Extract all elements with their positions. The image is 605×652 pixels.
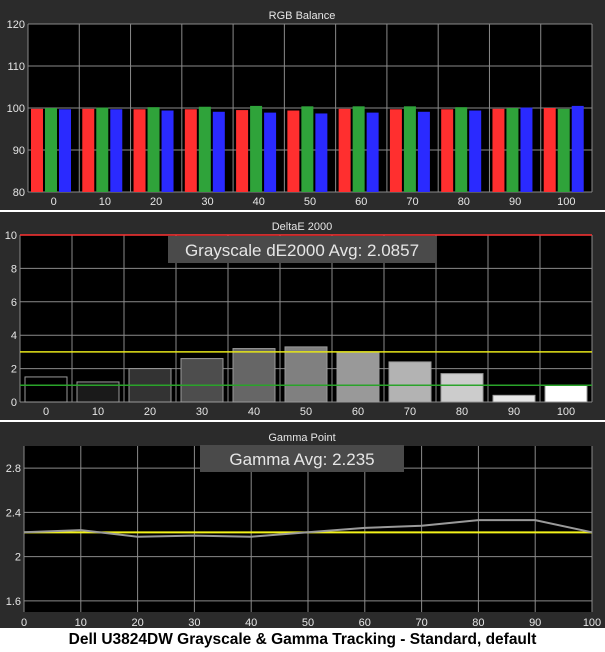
rgb-x-tick-label: 0 [51, 196, 57, 208]
green-bar [301, 106, 314, 192]
deltae-x-tick-label: 20 [144, 406, 156, 418]
green-bar [96, 107, 109, 192]
deltae-bar [284, 346, 328, 403]
blue-bar [161, 110, 174, 192]
blue-bar [366, 112, 379, 192]
gamma-x-tick-label: 90 [529, 617, 541, 628]
blue-bar [212, 111, 225, 192]
red-bar [389, 109, 402, 192]
rgb-y-tick-label: 80 [13, 187, 25, 199]
blue-bar [315, 113, 328, 192]
gamma-x-tick-label: 50 [302, 617, 314, 628]
green-bar [403, 106, 416, 192]
deltae-bar [544, 384, 588, 403]
rgb-x-tick-label: 50 [304, 196, 316, 208]
deltae-y-tick-label: 10 [5, 230, 17, 242]
deltae-x-tick-label: 30 [196, 406, 208, 418]
gamma-x-tick-label: 70 [415, 617, 427, 628]
deltae-x-tick-label: 80 [456, 406, 468, 418]
green-bar [250, 105, 263, 192]
red-bar [338, 108, 351, 192]
green-bar [198, 106, 211, 192]
deltae-bar [24, 376, 68, 403]
gamma-x-tick-label: 60 [359, 617, 371, 628]
red-bar [184, 109, 197, 192]
gamma-title: Gamma Point [268, 432, 335, 444]
gamma-x-tick-label: 100 [583, 617, 601, 628]
rgb-x-tick-label: 20 [150, 196, 162, 208]
gamma-y-tick-label: 2 [15, 552, 21, 564]
red-bar [543, 108, 556, 192]
red-bar [133, 109, 146, 192]
rgb-balance-title: RGB Balance [269, 10, 336, 22]
rgb-x-tick-label: 30 [201, 196, 213, 208]
gamma-x-tick-label: 10 [75, 617, 87, 628]
deltae-y-tick-label: 6 [11, 297, 17, 309]
gamma-y-tick-label: 2.4 [6, 507, 21, 519]
gamma-x-tick-label: 20 [131, 617, 143, 628]
deltae-x-tick-label: 40 [248, 406, 260, 418]
green-bar [557, 108, 570, 192]
deltae-bar [492, 394, 536, 403]
green-bar [455, 107, 468, 192]
gamma-x-tick-label: 80 [472, 617, 484, 628]
chart-figure: RGB Balance 80 90 100 110 120 0 10 20 30 40 50 60 70 8… [0, 0, 605, 652]
deltae-bar [232, 348, 276, 403]
green-bar [352, 106, 365, 192]
deltae-x-tick-label: 0 [43, 406, 49, 418]
green-bar [147, 107, 160, 192]
rgb-y-tick-label: 120 [7, 19, 25, 31]
blue-bar [59, 109, 71, 192]
red-bar [441, 109, 454, 192]
rgb-y-tick-label: 90 [13, 145, 25, 157]
gamma-x-tick-label: 30 [188, 617, 200, 628]
gamma-x-tick-label: 0 [21, 617, 27, 628]
deltae-x-tick-label: 100 [557, 406, 575, 418]
red-bar [492, 108, 505, 192]
rgb-x-tick-label: 100 [557, 196, 575, 208]
red-bar [236, 110, 249, 192]
calibration-charts: RGB Balance80901001101200 10 20 30 40 50 60 70 8… [0, 0, 605, 628]
rgb-y-tick-label: 110 [7, 61, 25, 73]
deltae-x-tick-label: 50 [300, 406, 312, 418]
figure-caption: Dell U3824DW Grayscale & Gamma Tracking … [0, 628, 605, 652]
gamma-y-tick-label: 1.6 [6, 596, 21, 608]
red-bar [287, 110, 300, 192]
deltae-y-tick-label: 8 [11, 263, 17, 275]
rgb-x-tick-label: 90 [509, 196, 521, 208]
deltae-x-tick-label: 90 [508, 406, 520, 418]
deltae-bar [388, 361, 432, 403]
blue-bar [417, 111, 430, 192]
deltae-y-tick-label: 2 [11, 364, 17, 376]
red-bar [82, 108, 95, 192]
blue-bar [571, 105, 584, 192]
deltae-x-tick-label: 60 [352, 406, 364, 418]
green-bar [506, 108, 519, 192]
blue-bar [520, 107, 533, 192]
blue-bar [469, 110, 482, 192]
deltae-bar [180, 358, 224, 403]
deltae-y-tick-label: 0 [11, 397, 17, 409]
gamma-y-tick-label: 2.8 [6, 463, 21, 475]
gamma-x-tick-label: 40 [245, 617, 257, 628]
green-bar [45, 108, 57, 192]
deltae-average-annotation: Grayscale dE2000 Avg: 2.0857 [185, 241, 419, 260]
rgb-y-tick-label: 100 [7, 103, 25, 115]
rgb-x-tick-label: 40 [253, 196, 265, 208]
rgb-x-tick-label: 80 [458, 196, 470, 208]
rgb-x-tick-label: 70 [406, 196, 418, 208]
gamma-average-annotation: Gamma Avg: 2.235 [229, 450, 374, 469]
rgb-x-tick-label: 60 [355, 196, 367, 208]
deltae-x-tick-label: 70 [404, 406, 416, 418]
deltae-title: DeltaE 2000 [272, 221, 333, 233]
red-bar [31, 108, 43, 192]
blue-bar [264, 112, 277, 192]
deltae-y-tick-label: 4 [11, 330, 17, 342]
deltae-bar [336, 351, 380, 403]
rgb-x-tick-label: 10 [99, 196, 111, 208]
blue-bar [110, 109, 123, 192]
deltae-bar [440, 373, 484, 403]
deltae-x-tick-label: 10 [92, 406, 104, 418]
